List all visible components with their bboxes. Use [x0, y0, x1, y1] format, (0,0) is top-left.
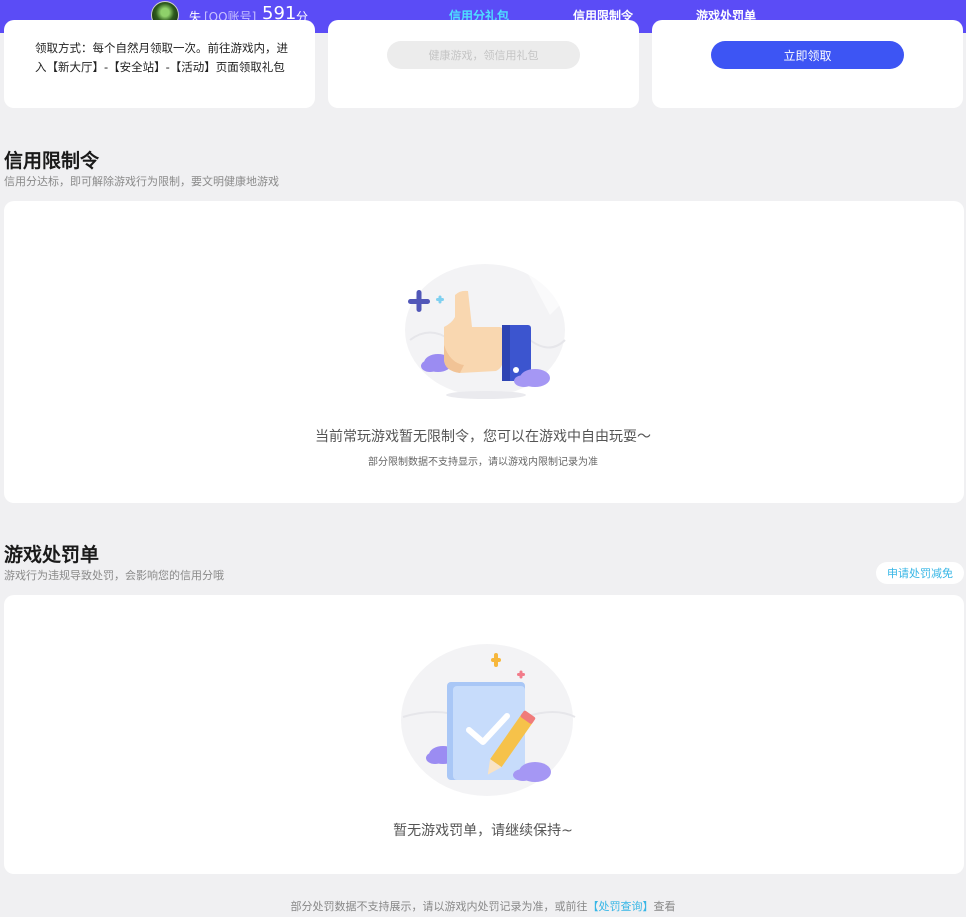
- apply-penalty-reduction-button[interactable]: 申请处罚减免: [876, 562, 964, 584]
- footer-note-text: 部分处罚数据不支持展示，请以游戏内处罚记录为准，或前往: [290, 900, 588, 913]
- restriction-empty-message: 当前常玩游戏暂无限制令，您可以在游戏中自由玩耍～: [315, 429, 651, 445]
- health-gift-button-disabled: 健康游戏，领信用礼包: [387, 41, 580, 69]
- penalty-section-subtitle: 游戏行为违规导致处罚，会影响您的信用分哦: [4, 569, 224, 582]
- document-check-illustration: [401, 644, 576, 796]
- penalty-empty-message: 暂无游戏罚单，请继续保持~: [393, 823, 573, 839]
- footer-note-suffix: 查看: [653, 900, 676, 913]
- penalty-section-title: 游戏处罚单: [4, 544, 100, 566]
- penalty-query-link[interactable]: 【处罚查询】: [588, 900, 654, 913]
- claim-now-button[interactable]: 立即领取: [711, 41, 904, 69]
- restriction-section-title: 信用限制令: [4, 150, 100, 172]
- restriction-section-subtitle: 信用分达标，即可解除游戏行为限制，要文明健康地游戏: [4, 175, 279, 188]
- penalty-footer-note: 部分处罚数据不支持展示，请以游戏内处罚记录为准，或前往【处罚查询】查看: [0, 898, 966, 914]
- claim-method-text: 领取方式：每个自然月领取一次。前往游戏内，进入【新大厅】-【安全站】-【活动】页…: [35, 41, 288, 74]
- restriction-empty-note: 部分限制数据不支持显示，请以游戏内限制记录为准: [368, 457, 598, 468]
- thumbs-up-illustration: [405, 254, 566, 399]
